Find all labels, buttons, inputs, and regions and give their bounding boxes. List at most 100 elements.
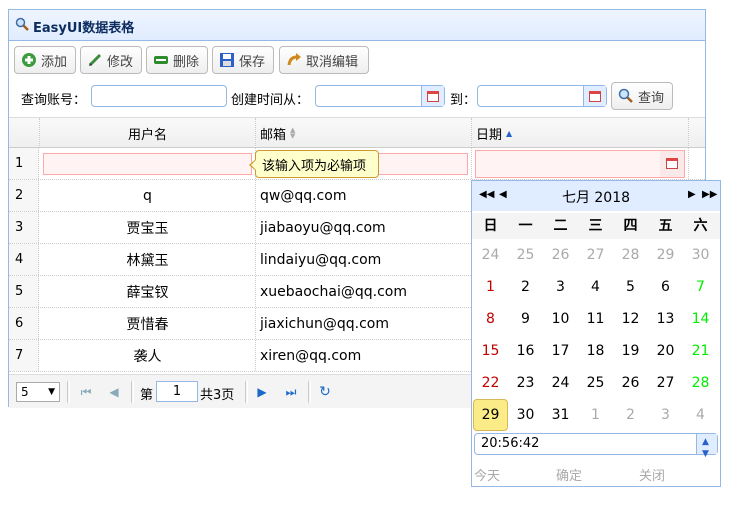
first-page-icon[interactable]: ⏮: [79, 385, 93, 399]
email-cell: qw@qq.com: [256, 180, 472, 211]
calendar-day[interactable]: 16: [508, 335, 543, 367]
calendar-day[interactable]: 8: [473, 303, 508, 335]
calendar-day[interactable]: 20: [648, 335, 683, 367]
calendar-day[interactable]: 19: [613, 335, 648, 367]
validation-tooltip: 该输入项为必输项: [249, 150, 379, 178]
remove-button[interactable]: 删除: [146, 46, 208, 74]
today-button[interactable]: 今天: [474, 465, 500, 484]
email-header-label: 邮箱: [260, 127, 287, 143]
created-from-date-input[interactable]: [315, 85, 445, 107]
calendar-day[interactable]: 7: [683, 271, 718, 303]
edit-button[interactable]: 修改: [80, 46, 142, 74]
calendar-day[interactable]: 18: [578, 335, 613, 367]
username-cell: 袭人: [40, 340, 256, 371]
calendar-day[interactable]: 31: [543, 399, 578, 431]
calendar-day[interactable]: 3: [648, 399, 683, 431]
save-button[interactable]: 保存: [212, 46, 274, 74]
calendar-day[interactable]: 23: [508, 367, 543, 399]
page-label: 第: [140, 388, 154, 403]
created-to-date-input[interactable]: [477, 85, 607, 107]
next-year-icon[interactable]: ▶▶: [702, 189, 717, 200]
rownum-header: [9, 118, 40, 148]
calendar-day[interactable]: 27: [648, 367, 683, 399]
calendar-day[interactable]: 25: [508, 239, 543, 271]
calendar-day[interactable]: 3: [543, 271, 578, 303]
calendar-day[interactable]: 13: [648, 303, 683, 335]
username-cell: 贾宝玉: [40, 212, 256, 243]
column-header-email[interactable]: 邮箱 ▲ ▼: [256, 118, 472, 148]
search-icon: [15, 17, 29, 35]
calendar-title[interactable]: 七月 2018: [472, 187, 720, 207]
grid-header: 用户名 邮箱 ▲ ▼ 日期 ▲: [9, 117, 705, 148]
time-spinner[interactable]: 20:56:42 ▲ ▼: [474, 433, 718, 459]
calendar-day[interactable]: 29: [648, 239, 683, 271]
row-number: 4: [9, 244, 39, 275]
column-header-date[interactable]: 日期 ▲: [472, 118, 689, 148]
query-button[interactable]: 查询: [611, 82, 673, 110]
save-label: 保存: [239, 54, 266, 70]
calendar-day[interactable]: 24: [473, 239, 508, 271]
calendar-day[interactable]: 6: [648, 271, 683, 303]
username-cell: 林黛玉: [40, 244, 256, 275]
prev-page-icon[interactable]: ◀: [107, 385, 121, 399]
dropdown-arrow-icon: ▼: [48, 387, 55, 397]
add-button[interactable]: 添加: [14, 46, 76, 74]
calendar-day[interactable]: 17: [543, 335, 578, 367]
calendar-day[interactable]: 15: [473, 335, 508, 367]
remove-icon: [153, 52, 169, 68]
calendar-day[interactable]: 29: [473, 399, 508, 431]
calendar-icon[interactable]: [660, 150, 684, 177]
page-size-select[interactable]: 5 ▼: [16, 382, 60, 402]
add-icon: [21, 52, 37, 68]
calendar-day[interactable]: 25: [578, 367, 613, 399]
refresh-icon[interactable]: ↻: [318, 385, 332, 399]
next-page-icon[interactable]: ▶: [255, 385, 269, 399]
calendar-day[interactable]: 30: [683, 239, 718, 271]
username-editor-input[interactable]: [43, 152, 252, 175]
weekday-label: 三: [588, 218, 603, 234]
panel-header: EasyUI数据表格: [9, 10, 705, 41]
calendar-day[interactable]: 21: [683, 335, 718, 367]
calendar-day[interactable]: 28: [613, 239, 648, 271]
calendar-day[interactable]: 27: [578, 239, 613, 271]
date-editor-input[interactable]: [475, 149, 685, 178]
page-number-input[interactable]: 1: [156, 381, 198, 402]
calendar-day[interactable]: 2: [613, 399, 648, 431]
calendar-day[interactable]: 5: [613, 271, 648, 303]
to-label: 到：: [450, 93, 477, 108]
calendar-day[interactable]: 26: [613, 367, 648, 399]
calendar-day[interactable]: 24: [543, 367, 578, 399]
account-input[interactable]: [91, 85, 227, 107]
created-from-label: 创建时间从：: [231, 93, 310, 108]
calendar-day[interactable]: 14: [683, 303, 718, 335]
spinner-arrows-icon[interactable]: ▲ ▼: [696, 434, 717, 459]
calendar-day[interactable]: 1: [578, 399, 613, 431]
calendar-day[interactable]: 4: [683, 399, 718, 431]
calendar-day[interactable]: 4: [578, 271, 613, 303]
calendar-day[interactable]: 28: [683, 367, 718, 399]
calendar-icon[interactable]: [583, 86, 606, 106]
close-button[interactable]: 关闭: [639, 465, 665, 484]
calendar-day[interactable]: 26: [543, 239, 578, 271]
calendar-day[interactable]: 2: [508, 271, 543, 303]
column-header-username[interactable]: 用户名: [40, 118, 256, 148]
calendar-day[interactable]: 1: [473, 271, 508, 303]
calendar-day[interactable]: 30: [508, 399, 543, 431]
email-cell: xuebaochai@qq.com: [256, 276, 472, 307]
calendar-day[interactable]: 11: [578, 303, 613, 335]
calendar-icon[interactable]: [421, 86, 444, 106]
calendar-day[interactable]: 22: [473, 367, 508, 399]
ok-button[interactable]: 确定: [556, 465, 582, 484]
remove-label: 删除: [173, 54, 200, 70]
total-pages-label: 共3页: [200, 388, 235, 403]
calendar-popup: ◀◀ ◀ 七月 2018 ▶ ▶▶ 日 一 二 三 四 五 六 24 25 26 27…: [471, 180, 721, 487]
add-label: 添加: [41, 54, 68, 70]
calendar-day[interactable]: 10: [543, 303, 578, 335]
calendar-day[interactable]: 12: [613, 303, 648, 335]
username-cell: q: [40, 180, 256, 211]
cancel-edit-button[interactable]: 取消编辑: [279, 46, 369, 74]
calendar-day[interactable]: 9: [508, 303, 543, 335]
last-page-icon[interactable]: ⏭: [284, 385, 298, 399]
save-icon: [219, 52, 235, 68]
next-month-icon[interactable]: ▶: [688, 189, 696, 200]
